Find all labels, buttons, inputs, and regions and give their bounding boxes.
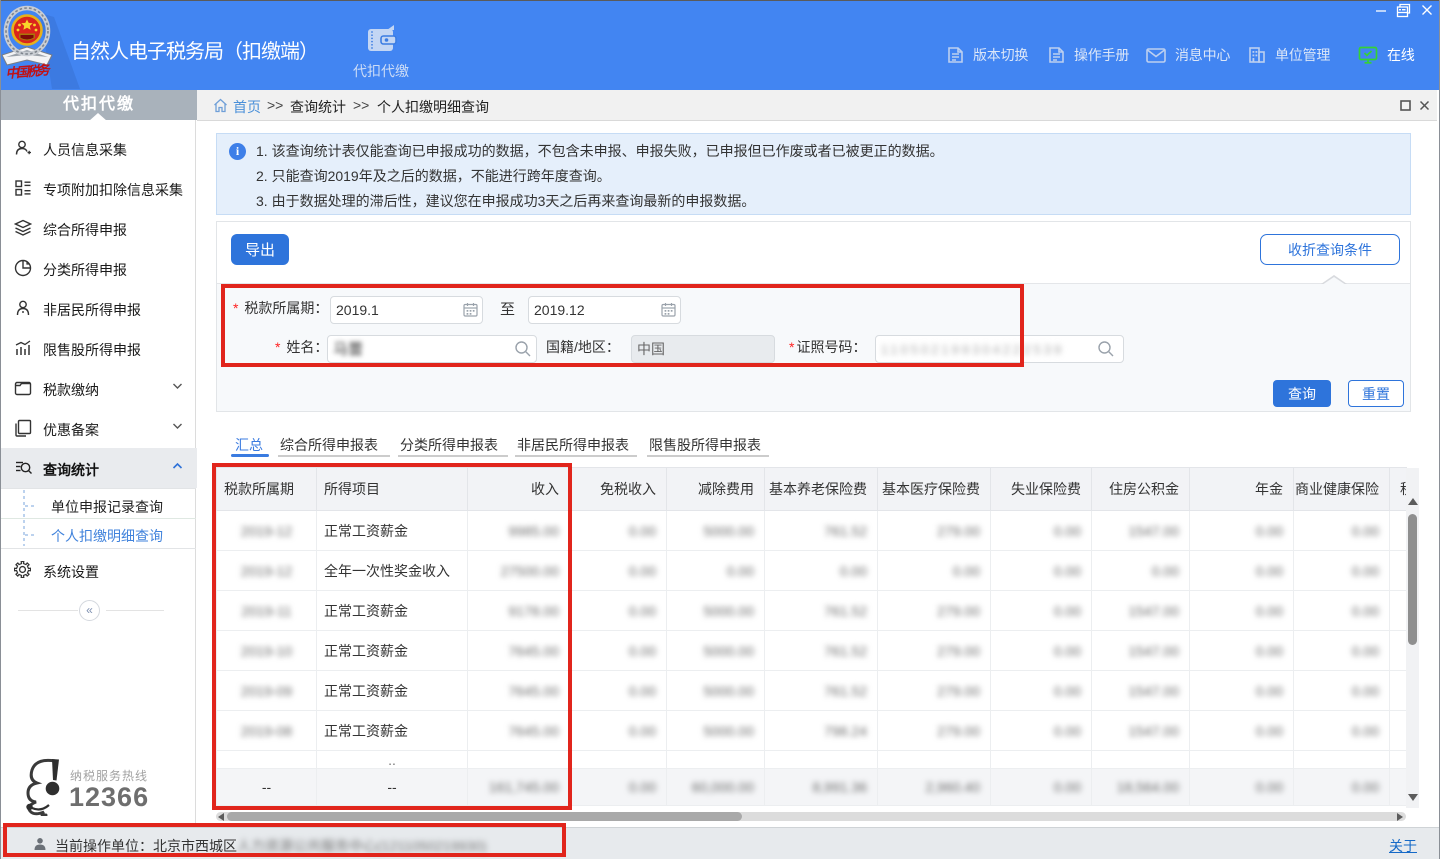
svg-text:中国税务: 中国税务: [5, 62, 52, 81]
